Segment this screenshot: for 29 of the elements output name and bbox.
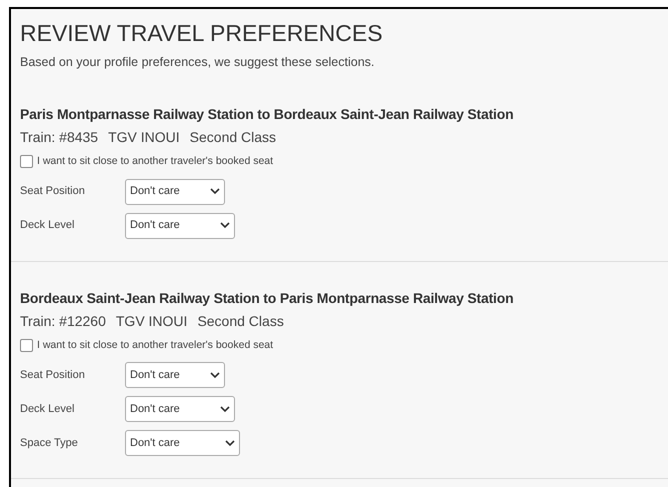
field-label: Deck Level [20, 218, 76, 234]
field-label: Seat Position [20, 184, 86, 200]
intro-text: Based on your profile preferences, we suggest these selections. [20, 54, 376, 71]
page-title: REVIEW TRAVEL PREFERENCES [20, 19, 384, 47]
route-title: Bordeaux Saint-Jean Railway Station to Paris Montparnasse Railway Station [20, 288, 514, 308]
train-number: Train: #8435 [20, 128, 98, 147]
checkbox-label: I want to sit close to another traveler's booked seat [37, 338, 274, 352]
field-label: Seat Position [20, 368, 86, 383]
train-service: TGV INOUI [108, 128, 180, 147]
train-service: TGV INOUI [116, 312, 188, 330]
field-label: Deck Level [20, 402, 76, 417]
caret-icon [225, 440, 235, 447]
checkbox[interactable] [20, 155, 33, 168]
dropdown[interactable]: Don't care [125, 212, 235, 238]
dropdown[interactable]: Don't care [125, 362, 225, 388]
caret-icon [210, 188, 220, 195]
dropdown[interactable]: Don't care [125, 178, 225, 204]
route-title: Paris Montparnasse Railway Station to Bordeaux Saint-Jean Railway Station [20, 104, 514, 124]
checkbox[interactable] [20, 338, 33, 352]
caret-icon [210, 372, 220, 379]
field-label: Space Type [20, 436, 79, 451]
travel-class: Second Class [197, 312, 284, 330]
train-number: Train: #12260 [20, 312, 106, 330]
dropdown[interactable]: Don't care [125, 396, 235, 422]
travel-class: Second Class [190, 128, 276, 147]
checkbox-label: I want to sit close to another traveler's booked seat [37, 154, 274, 169]
caret-icon [220, 222, 230, 229]
dropdown[interactable]: Don't care [125, 430, 240, 456]
caret-icon [220, 406, 230, 413]
